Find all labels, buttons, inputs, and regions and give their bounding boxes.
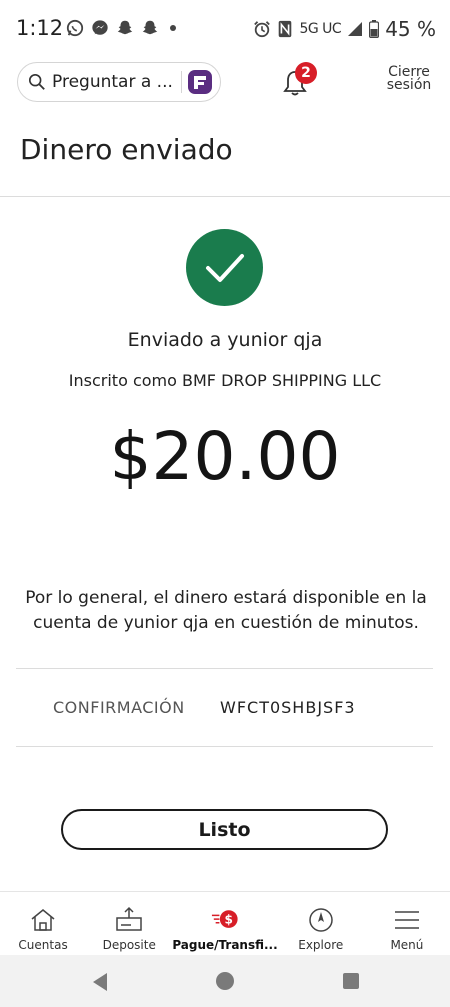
snapchat-icon bbox=[117, 20, 133, 35]
confirmation-number: WFCT0SHBJSF3 bbox=[220, 698, 356, 717]
battery-icon bbox=[369, 20, 380, 38]
nav-label: Pague/Transfi... bbox=[172, 938, 278, 952]
divider bbox=[16, 746, 433, 747]
network-type: 5G UC bbox=[299, 21, 342, 37]
checkmark-icon bbox=[206, 254, 244, 282]
search-divider bbox=[181, 71, 182, 93]
recipient-text: Enviado a yunior qja bbox=[127, 329, 323, 351]
nav-item-pay-transfer[interactable]: $ Pague/Transfi... bbox=[172, 892, 278, 955]
amount-sent: $20.00 bbox=[109, 418, 341, 495]
pay-transfer-icon: $ bbox=[211, 910, 238, 928]
nav-label: Explore bbox=[298, 938, 344, 952]
back-icon[interactable] bbox=[91, 972, 109, 992]
nav-label: Cuentas bbox=[18, 938, 68, 952]
battery-percent: 45 % bbox=[385, 17, 436, 41]
availability-note: Por lo general, el dinero estará disponi… bbox=[25, 588, 427, 633]
nav-item-deposit[interactable]: Deposite bbox=[86, 892, 172, 955]
divider bbox=[16, 668, 433, 669]
status-bar: 1:12 5G UC 45 % bbox=[0, 0, 450, 56]
signout-link[interactable]: Cierre sesión bbox=[385, 65, 433, 92]
enrolled-as-text: Inscrito como BMF DROP SHIPPING LLC bbox=[68, 371, 382, 390]
svg-text:$: $ bbox=[225, 913, 233, 927]
notification-badge[interactable]: 2 bbox=[295, 62, 317, 84]
alarm-icon bbox=[254, 21, 271, 38]
nav-label: Menú bbox=[390, 938, 424, 952]
deposit-icon bbox=[116, 906, 142, 931]
snapchat-icon bbox=[142, 20, 158, 35]
done-button[interactable]: Listo bbox=[61, 809, 388, 850]
app-header: Preguntar a ... 2 Cierre sesión bbox=[0, 56, 450, 108]
title-divider bbox=[0, 196, 450, 197]
search-icon bbox=[28, 73, 45, 90]
system-navigation-bar bbox=[0, 955, 450, 1007]
nav-label: Deposite bbox=[102, 938, 156, 952]
bottom-nav: Cuentas Deposite $ Pague/Transfi... Expl… bbox=[0, 891, 450, 955]
status-app-icons bbox=[66, 19, 176, 37]
nav-item-explore[interactable]: Explore bbox=[278, 892, 364, 955]
status-time: 1:12 bbox=[16, 16, 64, 40]
ask-fargo-search[interactable]: Preguntar a ... bbox=[17, 62, 221, 102]
more-notifications-dot bbox=[170, 25, 176, 31]
home-button[interactable] bbox=[216, 972, 234, 990]
success-check-icon bbox=[186, 229, 263, 306]
status-indicators: 5G UC 45 % bbox=[253, 17, 436, 41]
messenger-icon bbox=[92, 20, 108, 35]
nfc-icon bbox=[279, 20, 292, 38]
whatsapp-icon bbox=[66, 19, 84, 37]
nav-item-menu[interactable]: Menú bbox=[364, 892, 450, 955]
signal-icon bbox=[348, 22, 363, 36]
page-title: Dinero enviado bbox=[20, 133, 233, 166]
fargo-assistant-icon[interactable] bbox=[187, 69, 213, 95]
confirmation-label: CONFIRMACIÓN bbox=[53, 698, 185, 717]
nav-item-accounts[interactable]: Cuentas bbox=[0, 892, 86, 955]
recent-apps-button[interactable] bbox=[343, 973, 359, 989]
home-icon bbox=[31, 909, 55, 931]
compass-icon bbox=[309, 908, 333, 932]
search-label: Preguntar a ... bbox=[52, 72, 173, 92]
menu-icon bbox=[394, 911, 419, 929]
